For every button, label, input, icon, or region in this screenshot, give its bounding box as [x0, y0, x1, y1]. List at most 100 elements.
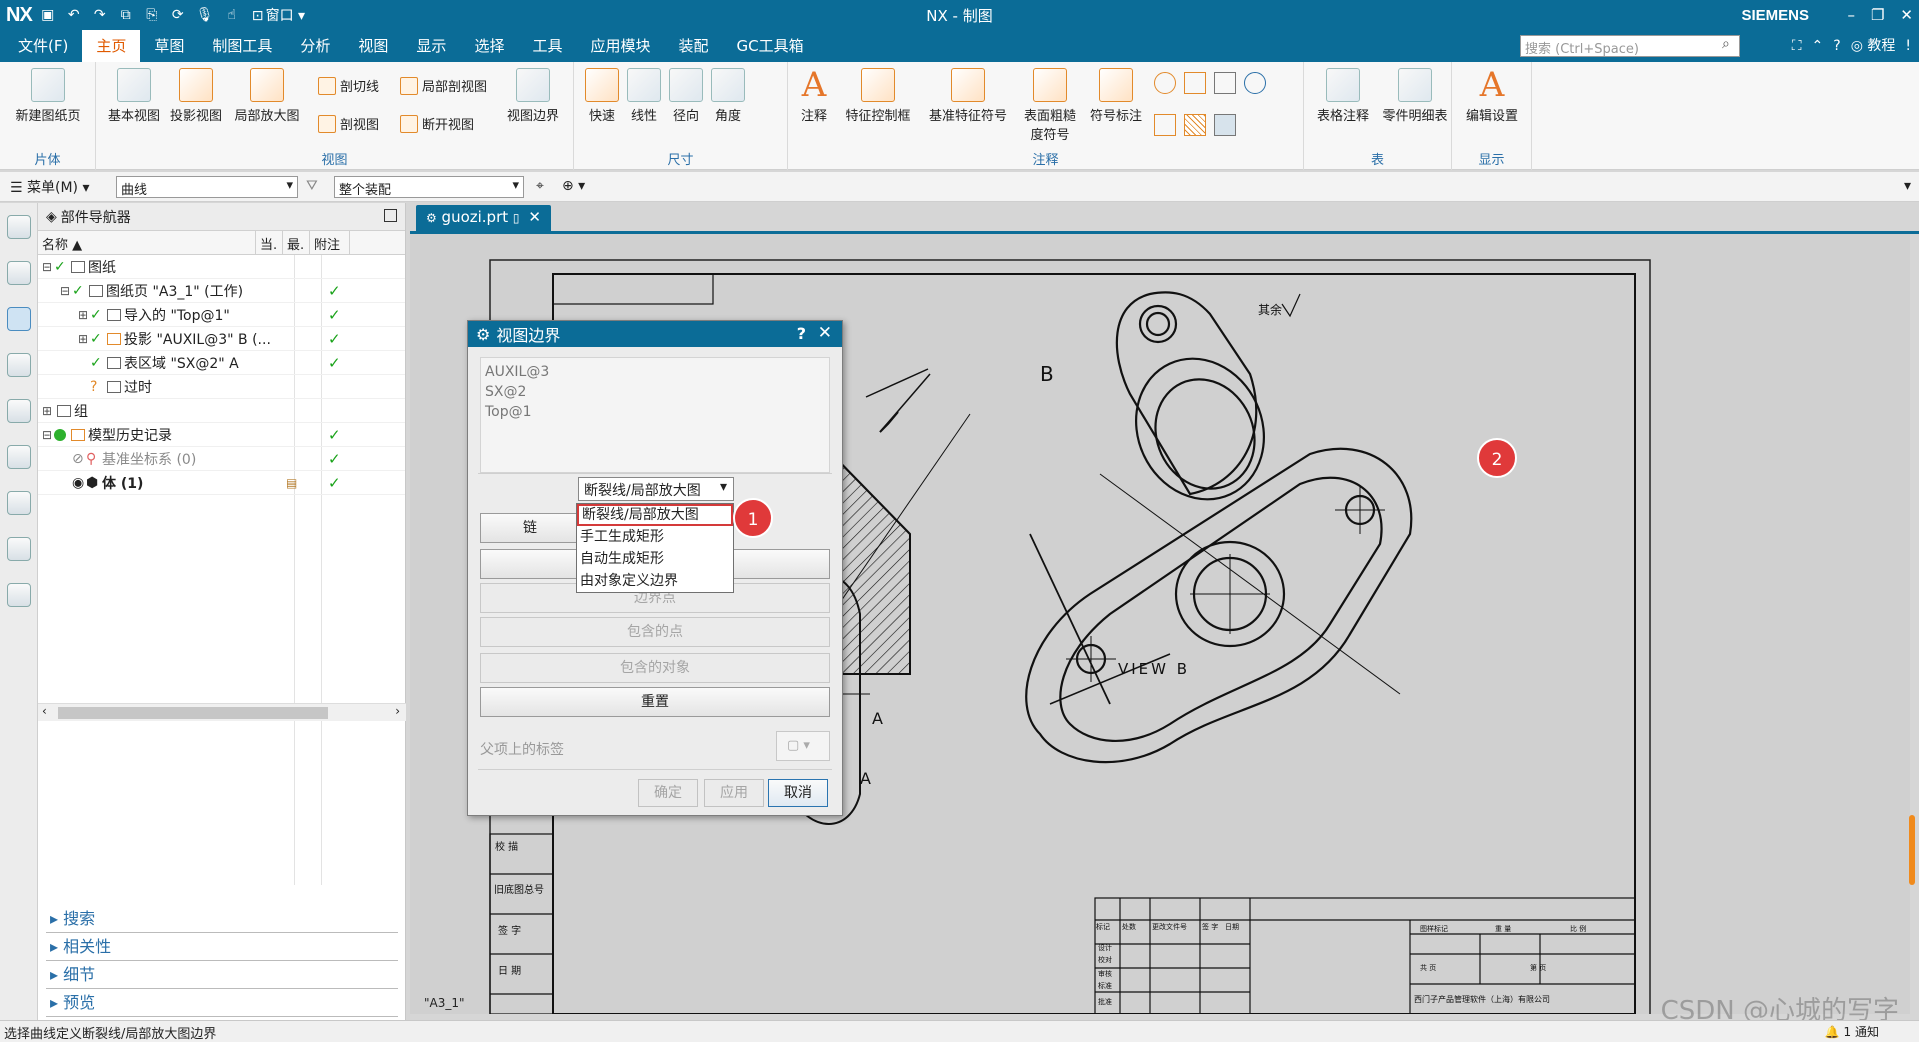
tab-analysis[interactable]: 分析 — [286, 30, 344, 62]
tabular-note-button[interactable]: 表格注释 — [1308, 68, 1378, 124]
feature-control-frame-button[interactable]: 特征控制框 — [838, 68, 918, 124]
section-line-button[interactable]: 剖切线 — [318, 76, 379, 95]
dialog-title-bar[interactable]: ⚙ 视图边界 ? ✕ — [468, 321, 842, 347]
tab-sketch[interactable]: 草图 — [140, 30, 198, 62]
tree-row-drawing[interactable]: ⊟ ✓ 图纸 — [38, 255, 405, 279]
id-symbol-button[interactable]: 符号标注 — [1084, 68, 1148, 124]
parts-list-button[interactable]: 零件明细表 — [1380, 68, 1450, 124]
tree-row-tabular-area[interactable]: ✓ 表区域 "SX@2" A ✓ — [38, 351, 405, 375]
tree-row-model-history[interactable]: ⊟ 模型历史记录 ✓ — [38, 423, 405, 447]
hatch-icon[interactable] — [1184, 114, 1206, 136]
option-manual-rectangle[interactable]: 手工生成矩形 — [577, 526, 733, 548]
view-list-item[interactable]: Top@1 — [485, 402, 825, 422]
column-latest[interactable]: 最. — [283, 231, 310, 254]
tab-view[interactable]: 视图 — [344, 30, 402, 62]
snap-point-icon[interactable]: ⌖ — [536, 178, 544, 194]
include-object-button[interactable]: 包含的对象 — [480, 653, 830, 683]
linear-dimension-button[interactable]: 线性 — [624, 68, 664, 124]
collapse-ribbon-icon[interactable]: ⌃ — [1812, 30, 1824, 62]
surface-finish-button[interactable]: 表面粗糙 度符号 — [1018, 68, 1082, 143]
visible-eye-icon[interactable]: ◉ — [72, 475, 86, 491]
boundary-type-select[interactable]: 断裂线/局部放大图 — [578, 477, 734, 501]
option-auto-rectangle[interactable]: 自动生成矩形 — [577, 548, 733, 570]
panel-search[interactable]: ▸ 搜索 — [46, 905, 398, 933]
tab-gc-toolkit[interactable]: GC工具箱 — [723, 30, 818, 62]
close-tab-icon[interactable]: ✕ — [528, 208, 541, 226]
collapse-icon[interactable]: ⊟ — [42, 260, 54, 274]
toolbar-overflow-icon[interactable]: ▾ — [1904, 178, 1911, 194]
history-icon[interactable] — [6, 537, 31, 561]
cancel-button[interactable]: 取消 — [768, 779, 828, 807]
option-break-line-detail[interactable]: 断裂线/局部放大图 — [577, 504, 733, 526]
ok-button[interactable]: 确定 — [638, 779, 698, 807]
view-list-item[interactable]: AUXIL@3 — [485, 362, 825, 382]
window-menu[interactable]: ⊡ 窗口 ▾ — [250, 5, 305, 25]
redo-icon[interactable]: ↷ — [92, 7, 108, 23]
tab-drafting-tools[interactable]: 制图工具 — [198, 30, 286, 62]
tab-assemblies[interactable]: 装配 — [664, 30, 722, 62]
panel-preview[interactable]: ▸ 预览 — [46, 989, 398, 1017]
tree-row-body[interactable]: ◉ ⬢ 体 (1) ▤ ✓ — [38, 471, 405, 495]
column-notes[interactable]: 附注 — [310, 231, 350, 254]
minimize-icon[interactable]: – — [1847, 6, 1855, 24]
tree-row-projected-view[interactable]: ⊞ ✓ 投影 "AUXIL@3" B (... ✓ — [38, 327, 405, 351]
search-icon[interactable]: ⌕ — [1722, 36, 1730, 52]
assembly-navigator-icon[interactable] — [6, 261, 31, 285]
tab-home[interactable]: 主页 — [82, 30, 141, 62]
command-search-input[interactable]: 搜索 (Ctrl+Space) — [1520, 35, 1740, 57]
parent-label-select[interactable]: ▢ ▾ — [776, 731, 830, 761]
collapse-icon[interactable]: ⊟ — [42, 428, 54, 442]
edit-settings-button[interactable]: A 编辑设置 — [1458, 68, 1526, 124]
target-point-icon[interactable] — [1244, 72, 1266, 94]
fullscreen-icon[interactable]: ⛶ — [1792, 30, 1802, 62]
image-icon[interactable] — [1214, 114, 1236, 136]
tutorial-link[interactable]: ◎ 教程 — [1851, 30, 1896, 62]
flag-icon[interactable] — [1154, 114, 1176, 136]
scroll-right-icon[interactable]: › — [395, 704, 400, 718]
view-list-item[interactable]: SX@2 — [485, 382, 825, 402]
broken-view-button[interactable]: 断开视图 — [400, 114, 474, 133]
column-name[interactable]: 名称 ▲ — [38, 231, 256, 254]
process-studio-icon[interactable] — [6, 583, 31, 607]
reset-button[interactable]: 重置 — [480, 687, 830, 717]
help-icon[interactable]: ? — [1833, 30, 1840, 62]
scroll-left-icon[interactable]: ‹ — [42, 704, 47, 718]
notifications-icon[interactable] — [6, 353, 31, 377]
tree-row-imported-view[interactable]: ⊞ ✓ 导入的 "Top@1" ✓ — [38, 303, 405, 327]
expand-icon[interactable]: ⊞ — [78, 332, 90, 346]
view-boundary-button[interactable]: 视图边界 — [500, 68, 566, 124]
selection-options-icon[interactable]: ⊕ ▾ — [562, 178, 585, 194]
close-icon[interactable]: ✕ — [1900, 6, 1913, 24]
touch-mode-icon[interactable]: ☝ — [224, 7, 240, 23]
notification-indicator[interactable]: 🔔 1 通知 — [1825, 1023, 1879, 1040]
note-button[interactable]: A 注释 — [794, 68, 834, 124]
datum-feature-symbol-button[interactable]: 基准特征符号 — [920, 68, 1016, 124]
settings-icon[interactable] — [6, 215, 31, 239]
scroll-thumb[interactable] — [58, 707, 328, 719]
type-filter-select[interactable]: 曲线 — [116, 176, 298, 198]
microphone-icon[interactable]: 🎙 — [196, 7, 214, 23]
tab-file[interactable]: 文件(F) — [0, 30, 82, 62]
base-view-button[interactable]: 基本视图 — [104, 68, 164, 124]
chain-button[interactable]: 链 — [480, 513, 580, 543]
expand-icon[interactable]: ⊞ — [78, 308, 90, 322]
panel-dependencies[interactable]: ▸ 相关性 — [46, 933, 398, 961]
save-icon[interactable]: ▣ — [40, 7, 56, 23]
maximize-navigator-icon[interactable] — [384, 209, 397, 222]
filter-reset-icon[interactable]: ⛛ — [306, 178, 318, 194]
new-sheet-button[interactable]: 新建图纸页 — [8, 68, 88, 124]
paste-icon[interactable]: ⎘ — [144, 7, 160, 23]
tree-row-groups[interactable]: ⊞ 组 — [38, 399, 405, 423]
projected-view-button[interactable]: 投影视图 — [166, 68, 226, 124]
expand-icon[interactable]: ⊞ — [42, 404, 54, 418]
tab-display[interactable]: 显示 — [402, 30, 460, 62]
hd3d-tools-icon[interactable] — [6, 445, 31, 469]
restore-icon[interactable]: ❐ — [1871, 6, 1884, 24]
tab-application[interactable]: 应用模块 — [576, 30, 664, 62]
tree-row-outdated[interactable]: ? 过时 — [38, 375, 405, 399]
tab-tools[interactable]: 工具 — [518, 30, 576, 62]
view-list[interactable]: AUXIL@3 SX@2 Top@1 — [480, 357, 830, 473]
detail-view-button[interactable]: 局部放大图 — [230, 68, 304, 124]
crosshatch-icon[interactable] — [1184, 72, 1206, 94]
rapid-dimension-button[interactable]: 快速 — [582, 68, 622, 124]
